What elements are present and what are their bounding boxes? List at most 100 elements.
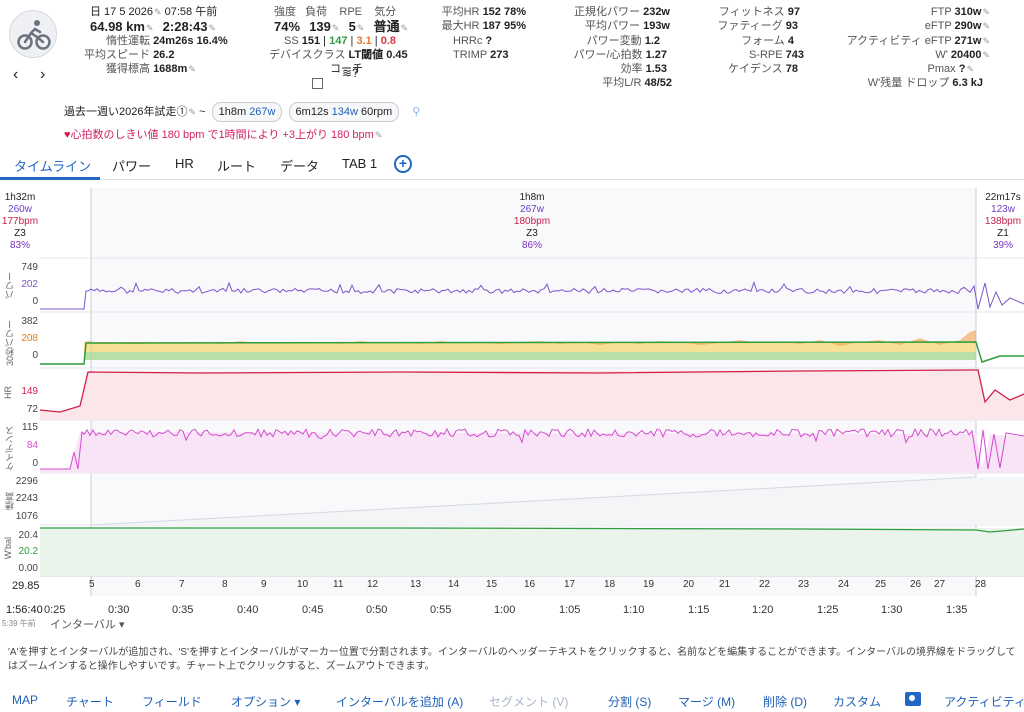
avg-speed-stat: 平均スピード 26.2 (84, 49, 175, 61)
altitude-tick-mid: 2243 (15, 493, 38, 504)
w30-tick-max: 382 (21, 316, 38, 327)
interval-marker-17[interactable]: 17 (564, 579, 575, 590)
interval-marker-22[interactable]: 22 (759, 579, 770, 590)
time-tick: 0:45 (302, 604, 324, 616)
map-button[interactable]: MAP (12, 693, 38, 707)
altitude-tick-max: 2296 (15, 476, 38, 487)
efficiency-stat: 効率 1.53 (620, 63, 667, 75)
interval-marker-28[interactable]: 28 (975, 579, 986, 590)
options-dropdown[interactable]: オプション ▾ (231, 693, 300, 710)
interval-marker-16[interactable]: 16 (524, 579, 535, 590)
custom-button[interactable]: カスタム (833, 693, 881, 710)
camera-icon[interactable] (905, 692, 921, 706)
timeline-chart[interactable]: 1h32m 260w 177bpm Z3 83% 1h8m 267w 180bpm Z3 86%… (0, 180, 1024, 632)
ftp-stat[interactable]: FTP 310w✎ (840, 6, 990, 19)
interval-marker-25[interactable]: 25 (875, 579, 886, 590)
tab-hr[interactable]: HR (175, 156, 194, 171)
previous-activity-button[interactable]: ‹ (13, 66, 18, 84)
interval-header-1[interactable]: 1h32m 260w 177bpm Z3 83% (0, 192, 40, 252)
split-button[interactable]: 分割 (S) (608, 693, 651, 710)
wbal-tick-min: 0.00 (18, 563, 38, 574)
search-icon[interactable]: ⚲ (412, 106, 420, 118)
interval-marker-7[interactable]: 7 (179, 579, 185, 590)
interval-dropdown[interactable]: インターバル ▾ (50, 619, 124, 632)
cadence-stat: ケイデンス 78 (728, 63, 798, 75)
avg-power-stat: 平均パワー 193w (585, 20, 670, 32)
add-tab-button[interactable]: + (394, 155, 412, 173)
variability-stat: パワー変動 1.2 (586, 35, 660, 47)
trimp-stat: TRIMP 273 (453, 49, 509, 61)
max-hr-stat: 最大HR 187 95% (441, 20, 526, 32)
fatigue-stat: ファティーグ 93 (717, 20, 798, 32)
device-class-stat: デバイスクラス LT閾値 0.45 (269, 49, 408, 61)
coasting-stat: 惰性運転 24m26s 16.4% (106, 35, 228, 47)
chart-button[interactable]: チャート (66, 693, 114, 710)
coach-checkbox[interactable] (312, 78, 323, 89)
activity-button[interactable]: アクティビティ (944, 693, 1024, 710)
avg-hr-stat: 平均HR 152 78% (441, 6, 526, 18)
activity-distance-duration: 64.98 km✎ 2:28:43✎ (90, 19, 217, 34)
eftp-stat[interactable]: eFTP 290w✎ (840, 20, 990, 33)
interval-marker-13[interactable]: 13 (410, 579, 421, 590)
interval-marker-14[interactable]: 14 (448, 579, 459, 590)
segment-button[interactable]: セグメント (V) (489, 693, 568, 710)
hrrc-stat: HRRc ? (453, 35, 493, 47)
intensity-load-values[interactable]: 74% 139✎ 5✎ 普通✎ (274, 20, 408, 35)
interval-marker-15[interactable]: 15 (486, 579, 497, 590)
time-tick: 1:05 (559, 604, 581, 616)
interval-header-3[interactable]: 22m17s 123w 138bpm Z1 39% (982, 192, 1024, 252)
tab-data[interactable]: データ (280, 156, 319, 175)
hr-area (40, 370, 1024, 420)
time-tick: 0:30 (108, 604, 130, 616)
cadence-tick-mid: 84 (26, 440, 38, 451)
lr-balance-stat: 平均L/R 48/52 (602, 77, 672, 89)
range-pill-2[interactable]: 6m12s 134w 60rpm (288, 102, 400, 122)
merge-button[interactable]: マージ (M) (678, 693, 735, 710)
tab-timeline[interactable]: タイムライン (14, 156, 91, 175)
interval-marker-27[interactable]: 27 (934, 579, 945, 590)
range-pill-1[interactable]: 1h8m 267w (211, 102, 283, 122)
activity-date[interactable]: 日 17 5 2026✎ 07:58 午前 (90, 6, 217, 19)
fields-button[interactable]: フィールド (142, 693, 202, 710)
interval-marker-6[interactable]: 6 (135, 579, 141, 590)
x-left-value: 29.85 (12, 580, 40, 592)
interval-marker-18[interactable]: 18 (604, 579, 615, 590)
interval-marker-10[interactable]: 10 (297, 579, 308, 590)
tab-power[interactable]: パワー (112, 156, 151, 175)
pmax-stat[interactable]: Pmax ?✎ (840, 63, 974, 76)
tab-route[interactable]: ルート (217, 156, 256, 175)
w-prime-stat[interactable]: W' 20400✎ (840, 49, 990, 62)
interval-marker-20[interactable]: 20 (683, 579, 694, 590)
wind-feel-icon[interactable]: ≋? (342, 67, 359, 80)
interval-marker-21[interactable]: 21 (719, 579, 730, 590)
interval-header-2[interactable]: 1h8m 267w 180bpm Z3 86% (490, 192, 574, 252)
elevation-gain-stat[interactable]: 獲得標高 1688m✎ (106, 63, 196, 76)
interval-marker-11[interactable]: 11 (333, 579, 343, 590)
activity-tabs: タイムライン パワー HR ルート データ TAB 1 + (0, 152, 1024, 180)
fitness-stat: フィットネス 97 (718, 6, 800, 18)
cadence-tick-max: 115 (22, 422, 38, 433)
interval-marker-8[interactable]: 8 (222, 579, 228, 590)
hr-threshold-note: ♥心拍数のしきい値 180 bpm で1時間により +3上がり 180 bpm✎ (64, 129, 383, 141)
interval-marker-23[interactable]: 23 (798, 579, 809, 590)
power-tick-max: 749 (21, 262, 38, 273)
activity-eftp-stat[interactable]: アクティビティ eFTP 271w✎ (840, 35, 990, 48)
interval-marker-9[interactable]: 9 (261, 579, 267, 590)
interval-marker-5[interactable]: 5 (89, 579, 95, 590)
intensity-load-labels: 強度 負荷 RPE 気分 (274, 6, 397, 18)
interval-marker-12[interactable]: 12 (367, 579, 378, 590)
add-interval-button[interactable]: インターバルを追加 (A) (336, 693, 463, 710)
interval-marker-24[interactable]: 24 (838, 579, 849, 590)
delete-button[interactable]: 削除 (D) (763, 693, 807, 710)
interval-marker-19[interactable]: 19 (643, 579, 654, 590)
chart-help-note: 'A'を押すとインターバルが追加され、'S'を押すとインターバルがマーカー位置で… (8, 647, 1016, 672)
time-tick: 1:35 (946, 604, 968, 616)
range-prefix: 過去一週い2026年試走① (64, 106, 188, 118)
activity-toolbar: MAP チャート フィールド オプション ▾ インターバルを追加 (A) セグメ… (0, 690, 1024, 712)
power-tick-mid: 202 (21, 279, 38, 290)
next-activity-button[interactable]: › (40, 66, 45, 84)
tab-tab1[interactable]: TAB 1 (342, 156, 377, 171)
power-hr-stat: パワー/心拍数 1.27 (573, 49, 667, 61)
cyclist-icon (17, 20, 51, 50)
interval-marker-26[interactable]: 26 (910, 579, 921, 590)
